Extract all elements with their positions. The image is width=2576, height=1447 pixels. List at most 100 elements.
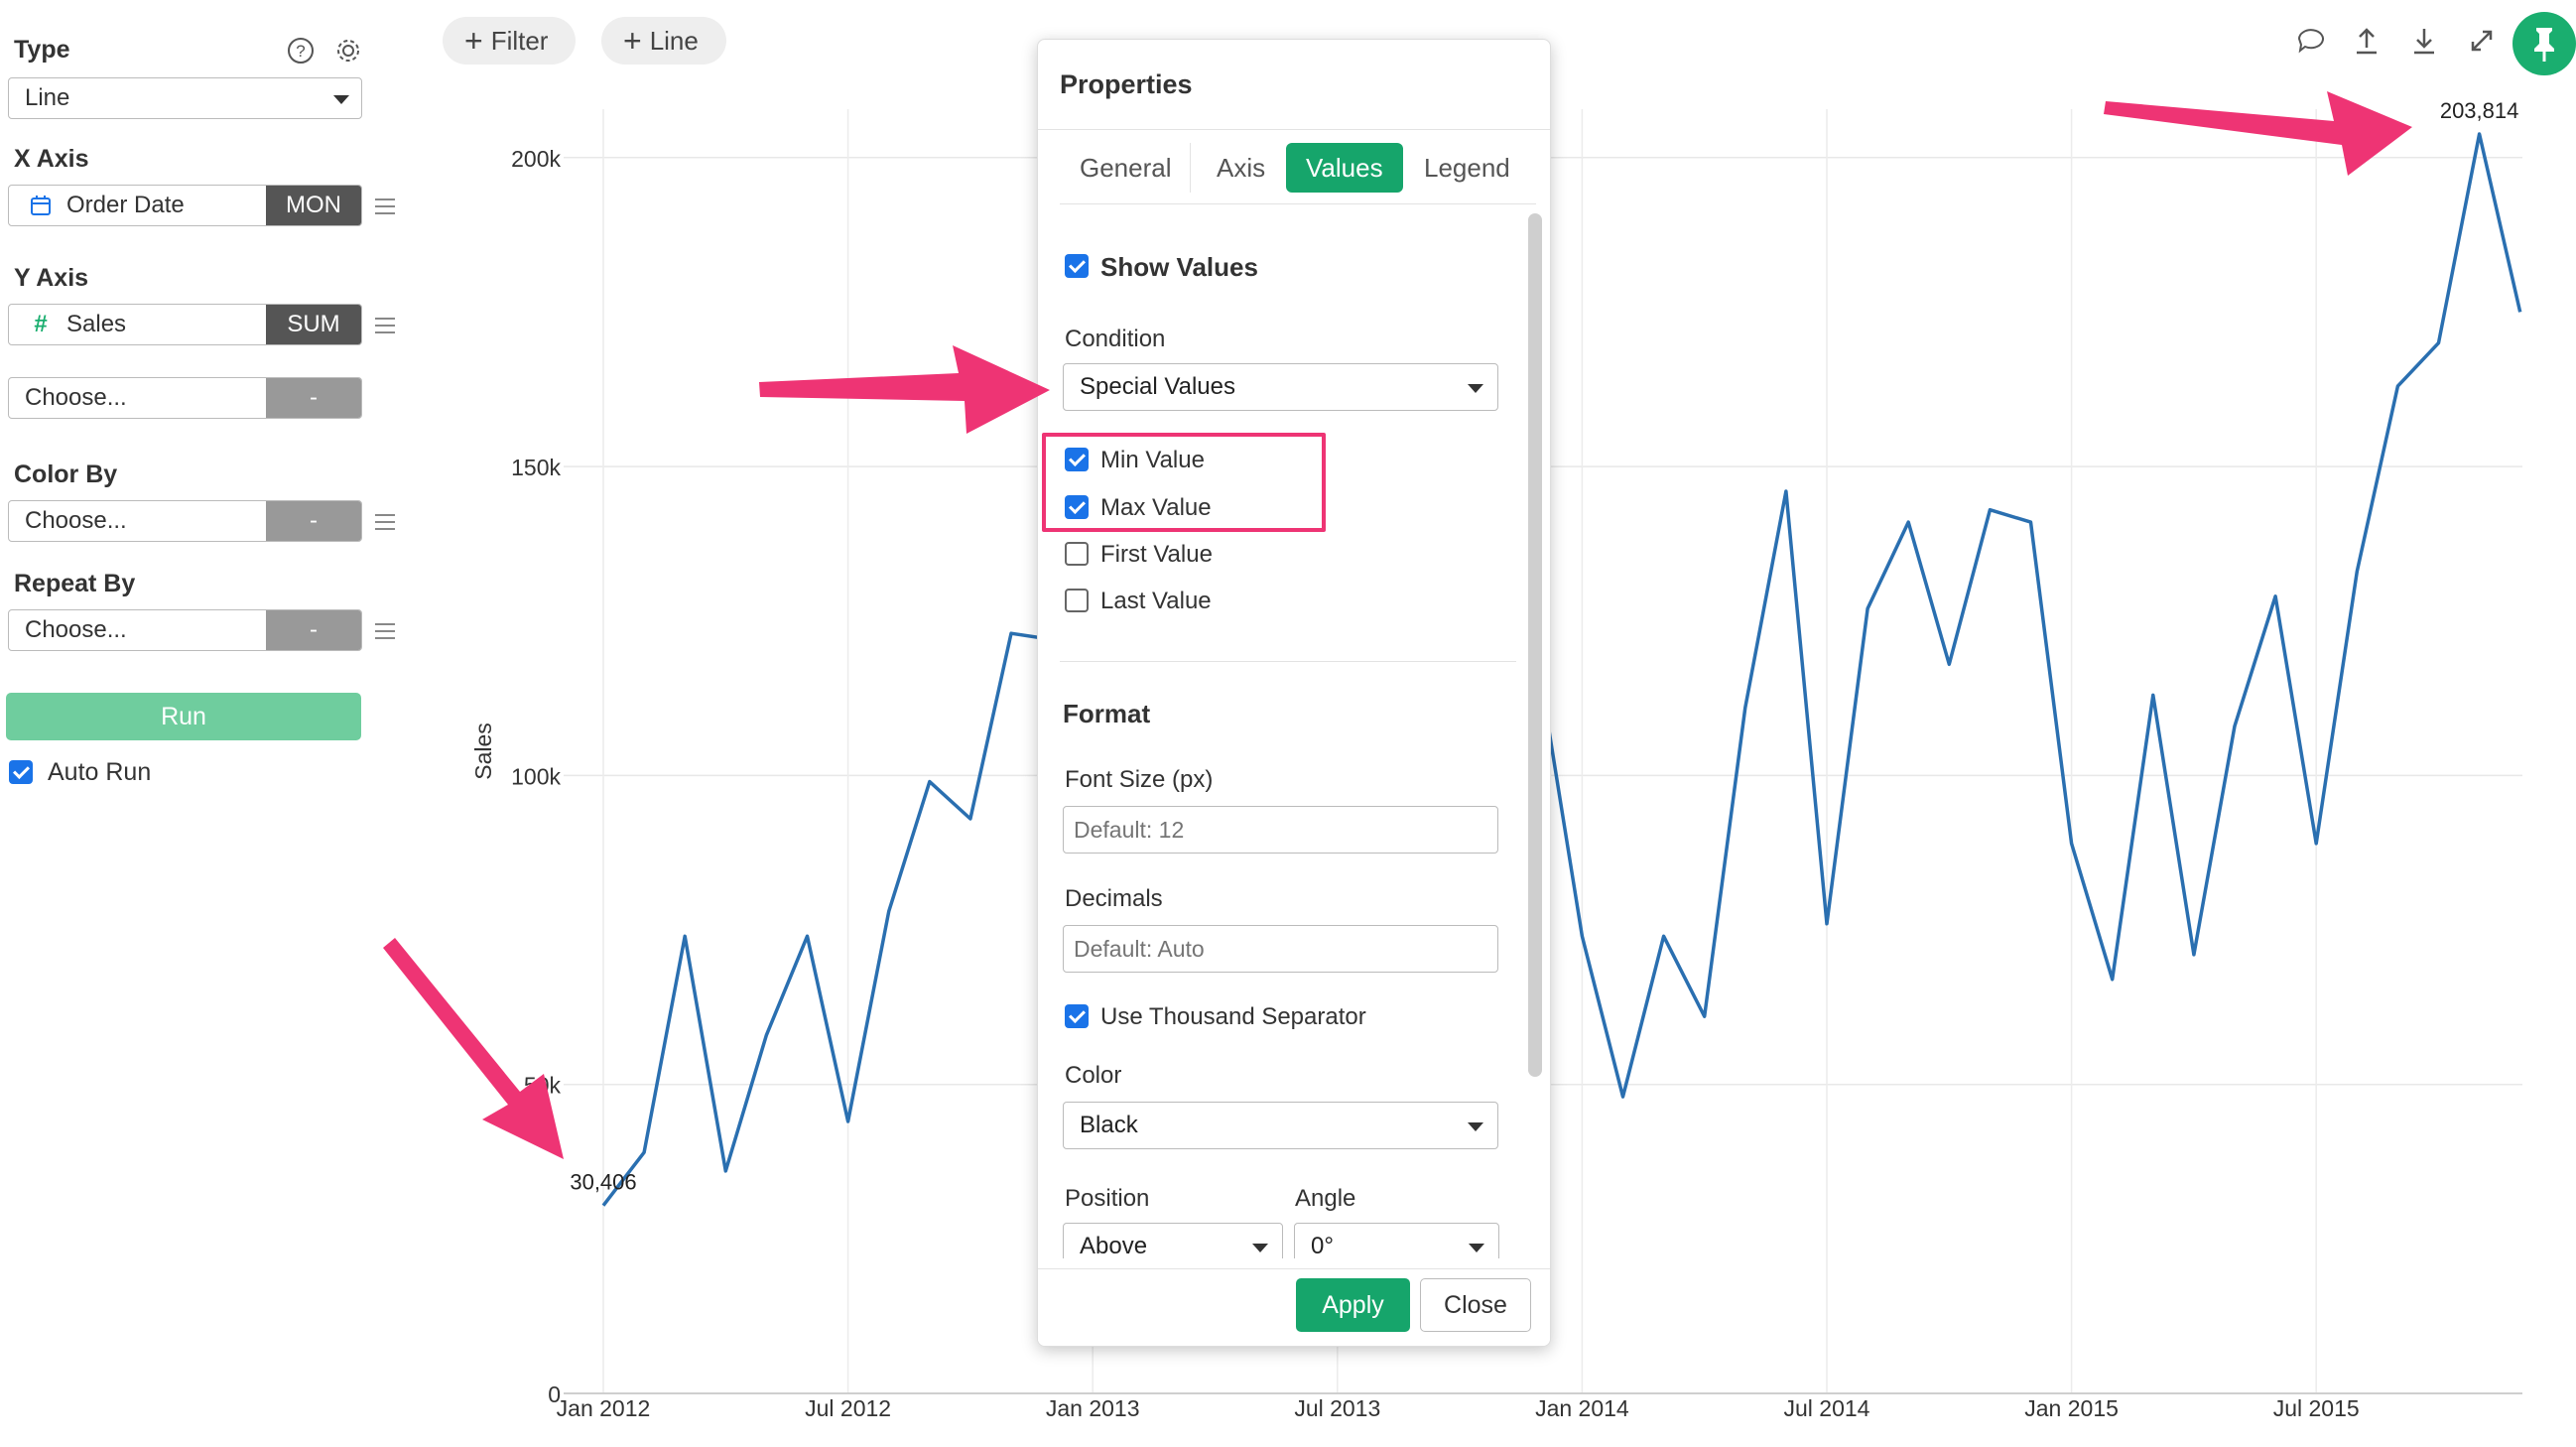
angle-label: Angle <box>1295 1185 1356 1212</box>
color-value: Black <box>1080 1112 1138 1138</box>
y-axis-aggregation[interactable]: SUM <box>266 305 361 344</box>
x-axis-menu-icon[interactable] <box>375 198 395 214</box>
chevron-down-icon <box>1468 384 1483 393</box>
run-button[interactable]: Run <box>6 693 361 740</box>
y-axis-menu-icon[interactable] <box>375 318 395 333</box>
plus-icon: + <box>464 23 483 59</box>
close-button[interactable]: Close <box>1420 1278 1531 1332</box>
color-by-field[interactable]: Choose... - <box>8 500 362 542</box>
dialog-scrollbar[interactable] <box>1528 213 1542 1077</box>
type-label: Type <box>14 36 70 64</box>
svg-text:?: ? <box>296 42 305 61</box>
auto-run-checkbox[interactable] <box>9 760 33 784</box>
dialog-footer-divider <box>1038 1268 1550 1269</box>
y-axis-extra-aggregation[interactable]: - <box>266 378 361 418</box>
y-axis-field[interactable]: # Sales SUM <box>8 304 362 345</box>
condition-value: Special Values <box>1080 373 1235 400</box>
tab-values[interactable]: Values <box>1286 143 1403 193</box>
repeat-by-field[interactable]: Choose... - <box>8 609 362 651</box>
x-tick-label: Jan 2013 <box>1046 1395 1140 1421</box>
last-value-label: Last Value <box>1100 588 1212 614</box>
color-by-placeholder: Choose... <box>25 507 127 534</box>
format-heading: Format <box>1063 699 1151 728</box>
highlight-box <box>1042 433 1326 532</box>
chart-type-select[interactable]: Line <box>8 77 362 119</box>
repeat-by-placeholder: Choose... <box>25 616 127 643</box>
chart-config-panel: Type ? Line X Axis Order Date MON Y Axis… <box>0 0 407 1447</box>
dialog-title: Properties <box>1060 69 1193 99</box>
x-tick-label: Jul 2014 <box>1784 1395 1870 1421</box>
y-tick-label: 150k <box>511 455 561 480</box>
y-axis-extra-field[interactable]: Choose... - <box>8 377 362 419</box>
x-axis-ticks: Jan 2012 Jul 2012 Jan 2013 Jul 2013 Jan 2014… <box>557 1395 2360 1421</box>
comment-icon[interactable] <box>2294 24 2328 58</box>
pin-icon <box>2534 28 2554 62</box>
y-axis-field-name: Sales <box>66 311 127 337</box>
y-tick-label: 100k <box>511 763 561 789</box>
chevron-down-icon <box>1469 1244 1484 1252</box>
value-label: 203,814 <box>2440 98 2519 123</box>
apply-button[interactable]: Apply <box>1296 1278 1410 1332</box>
first-value-checkbox[interactable] <box>1065 542 1089 566</box>
plus-icon: + <box>623 23 642 59</box>
auto-run-label: Auto Run <box>48 758 152 786</box>
dialog-header-divider <box>1038 129 1550 130</box>
first-value-label: First Value <box>1100 541 1213 568</box>
pin-button[interactable] <box>2512 12 2576 75</box>
y-axis-label: Sales <box>470 723 496 780</box>
properties-dialog: Properties General Axis Values Legend Sh… <box>1037 39 1551 1347</box>
help-icon[interactable]: ? <box>286 36 316 66</box>
expand-icon[interactable] <box>2465 24 2499 58</box>
add-filter-button[interactable]: + Filter <box>443 17 577 65</box>
color-by-aggregation[interactable]: - <box>266 501 361 541</box>
position-label: Position <box>1065 1185 1150 1212</box>
x-axis-field[interactable]: Order Date MON <box>8 185 362 226</box>
sales-series-line <box>601 132 2522 1207</box>
add-line-label: Line <box>649 26 699 56</box>
upload-icon[interactable] <box>2350 24 2383 58</box>
tab-axis[interactable]: Axis <box>1197 143 1285 193</box>
show-values-label: Show Values <box>1100 252 1258 282</box>
x-tick-label: Jan 2015 <box>2024 1395 2119 1421</box>
color-by-menu-icon[interactable] <box>375 514 395 530</box>
condition-label: Condition <box>1065 326 1166 352</box>
decimals-label: Decimals <box>1065 885 1163 912</box>
repeat-by-label: Repeat By <box>14 570 136 597</box>
repeat-by-menu-icon[interactable] <box>375 623 395 639</box>
color-by-label: Color By <box>14 460 118 488</box>
repeat-by-aggregation[interactable]: - <box>266 610 361 650</box>
show-values-checkbox[interactable] <box>1065 254 1089 278</box>
x-axis-field-name: Order Date <box>66 192 185 218</box>
font-size-label: Font Size (px) <box>1065 766 1214 793</box>
tab-divider <box>1190 143 1191 193</box>
y-axis-label-text: Y Axis <box>14 264 89 292</box>
y-tick-label: 200k <box>511 146 561 172</box>
decimals-input[interactable] <box>1063 925 1498 973</box>
font-size-input[interactable] <box>1063 806 1498 854</box>
x-tick-label: Jul 2013 <box>1294 1395 1380 1421</box>
download-icon[interactable] <box>2407 24 2441 58</box>
x-tick-label: Jul 2015 <box>2273 1395 2360 1421</box>
add-line-button[interactable]: + Line <box>601 17 726 65</box>
x-tick-label: Jul 2012 <box>805 1395 891 1421</box>
tab-legend[interactable]: Legend <box>1404 143 1530 193</box>
x-tick-label: Jan 2012 <box>557 1395 651 1421</box>
thousand-separator-label: Use Thousand Separator <box>1100 1003 1366 1030</box>
chart-type-value: Line <box>25 84 70 111</box>
add-filter-label: Filter <box>490 26 549 56</box>
gear-icon[interactable] <box>333 36 363 66</box>
x-axis-label: X Axis <box>14 145 89 173</box>
chevron-down-icon <box>333 95 349 104</box>
thousand-separator-checkbox[interactable] <box>1065 1004 1089 1028</box>
condition-select[interactable]: Special Values <box>1063 363 1498 411</box>
y-axis-ticks: 050k100k150k200k <box>511 146 561 1407</box>
tab-general[interactable]: General <box>1060 143 1192 193</box>
section-divider <box>1060 661 1516 662</box>
y-tick-label: 50k <box>524 1073 562 1099</box>
x-axis-aggregation[interactable]: MON <box>266 186 361 225</box>
last-value-checkbox[interactable] <box>1065 589 1089 612</box>
x-tick-label: Jan 2014 <box>1535 1395 1629 1421</box>
y-axis-extra-placeholder: Choose... <box>25 384 127 411</box>
color-label: Color <box>1065 1062 1122 1089</box>
color-select[interactable]: Black <box>1063 1102 1498 1149</box>
